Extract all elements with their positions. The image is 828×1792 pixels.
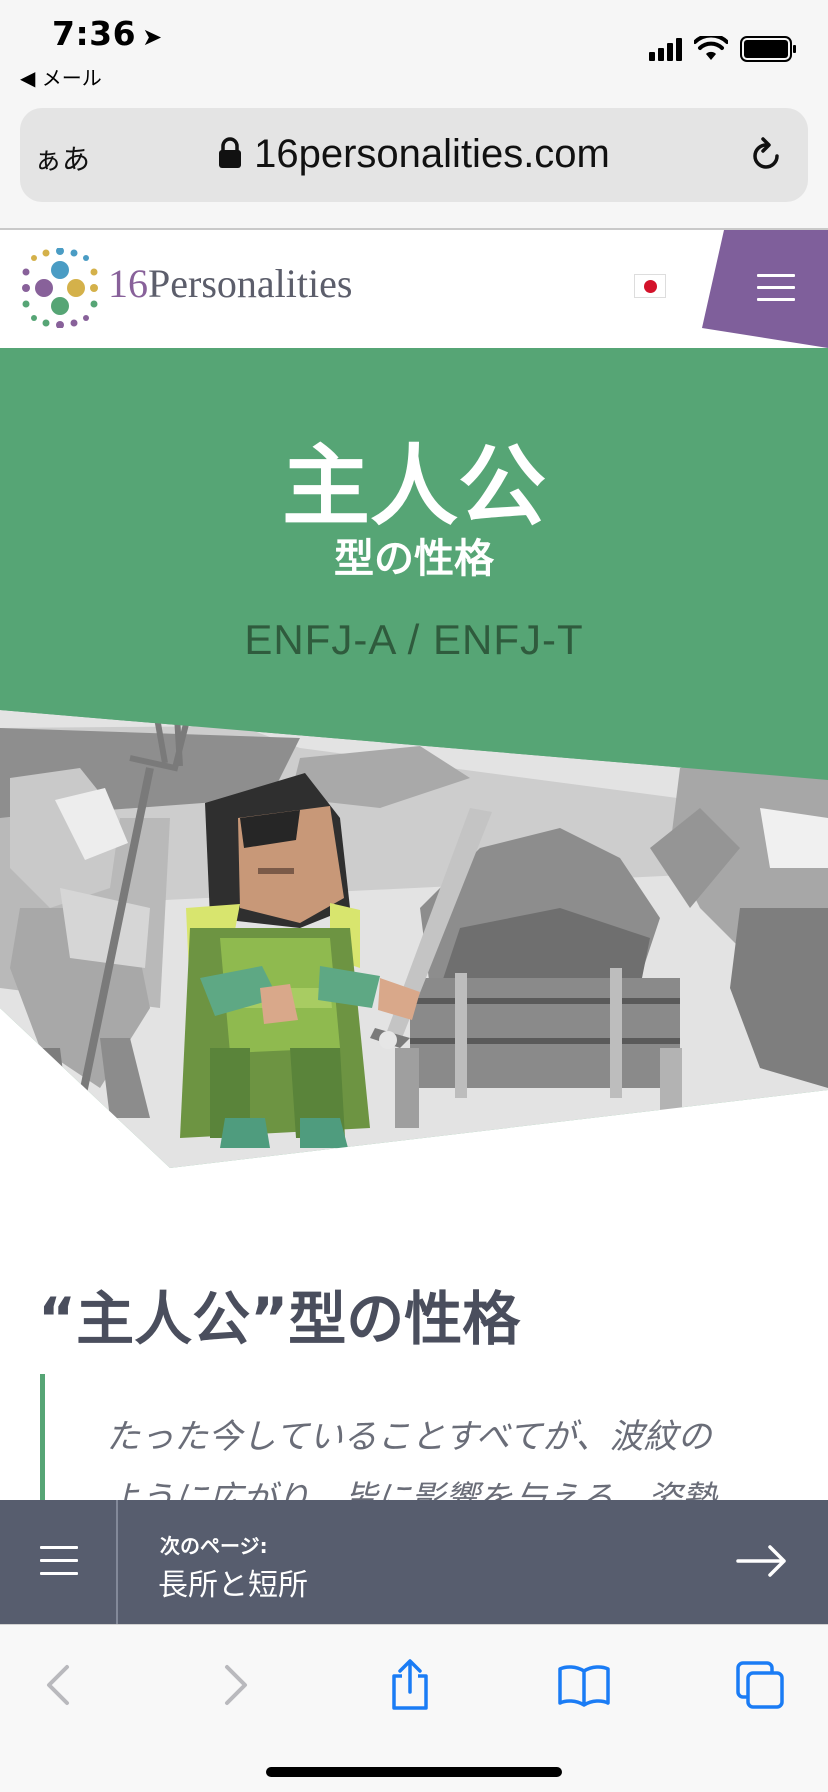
logo-wordmark[interactable]: 16Personalities xyxy=(108,260,352,307)
next-page-bar[interactable]: 次のページ: 長所と短所 xyxy=(0,1500,828,1624)
reload-icon[interactable] xyxy=(748,134,784,174)
location-arrow-icon: ➤ xyxy=(142,23,163,51)
japan-flag-icon[interactable] xyxy=(634,274,666,298)
hamburger-menu-icon[interactable] xyxy=(757,274,795,310)
quote-accent-bar xyxy=(40,1374,45,1500)
lock-icon xyxy=(219,137,242,169)
logo-word: Personalities xyxy=(148,261,353,306)
section-menu-button[interactable] xyxy=(0,1500,118,1624)
status-time: 7:36 ➤ xyxy=(52,14,163,53)
personality-codes: ENFJ-A / ENFJ-T xyxy=(244,616,584,663)
article-section: “主人公”型の性格 たった今していることすべてが、波紋の ように広がり、皆に影響… xyxy=(0,1178,828,1500)
intro-quote: たった今していることすべてが、波紋の ように広がり、皆に影響を与える。姿勢 xyxy=(106,1406,786,1500)
back-arrow-icon[interactable] xyxy=(28,1655,88,1715)
quote-line: ように広がり、皆に影響を与える。姿勢 xyxy=(106,1479,716,1500)
wifi-icon xyxy=(694,36,728,60)
battery-icon xyxy=(740,36,796,62)
status-bar: 7:36 ➤ ◀ メール xyxy=(0,0,828,96)
bookmarks-icon[interactable] xyxy=(554,1655,614,1715)
quote-line: たった今していることすべてが、波紋の xyxy=(106,1417,712,1457)
hero-section: 主人公 型の性格 ENFJ-A / ENFJ-T xyxy=(0,348,828,1178)
tabs-icon[interactable] xyxy=(730,1655,790,1715)
logo-dots-icon[interactable] xyxy=(20,248,100,328)
hamburger-menu-icon xyxy=(40,1546,78,1585)
site-header: 16Personalities xyxy=(0,230,828,348)
address-bar[interactable]: ぁあ 16personalities.com xyxy=(20,108,808,202)
forward-arrow-icon[interactable] xyxy=(206,1655,266,1715)
hero-subtitle: 型の性格 xyxy=(334,536,494,582)
status-indicators xyxy=(649,36,796,62)
next-page-label: 次のページ: xyxy=(160,1534,268,1558)
url-text: 16personalities.com xyxy=(254,132,610,176)
home-indicator[interactable] xyxy=(266,1767,562,1777)
logo-number: 16 xyxy=(108,261,148,306)
next-page-title[interactable]: 長所と短所 xyxy=(158,1560,308,1604)
share-icon[interactable] xyxy=(380,1655,440,1715)
article-heading: “主人公”型の性格 xyxy=(38,1285,521,1353)
cellular-signal-icon xyxy=(649,37,682,61)
browser-toolbar xyxy=(0,1624,828,1792)
arrow-right-icon[interactable] xyxy=(736,1544,788,1578)
clock: 7:36 xyxy=(52,14,137,53)
back-to-app-link[interactable]: ◀ メール xyxy=(20,62,102,91)
hero-title: 主人公 xyxy=(281,435,546,538)
url-display[interactable]: 16personalities.com xyxy=(20,132,808,177)
